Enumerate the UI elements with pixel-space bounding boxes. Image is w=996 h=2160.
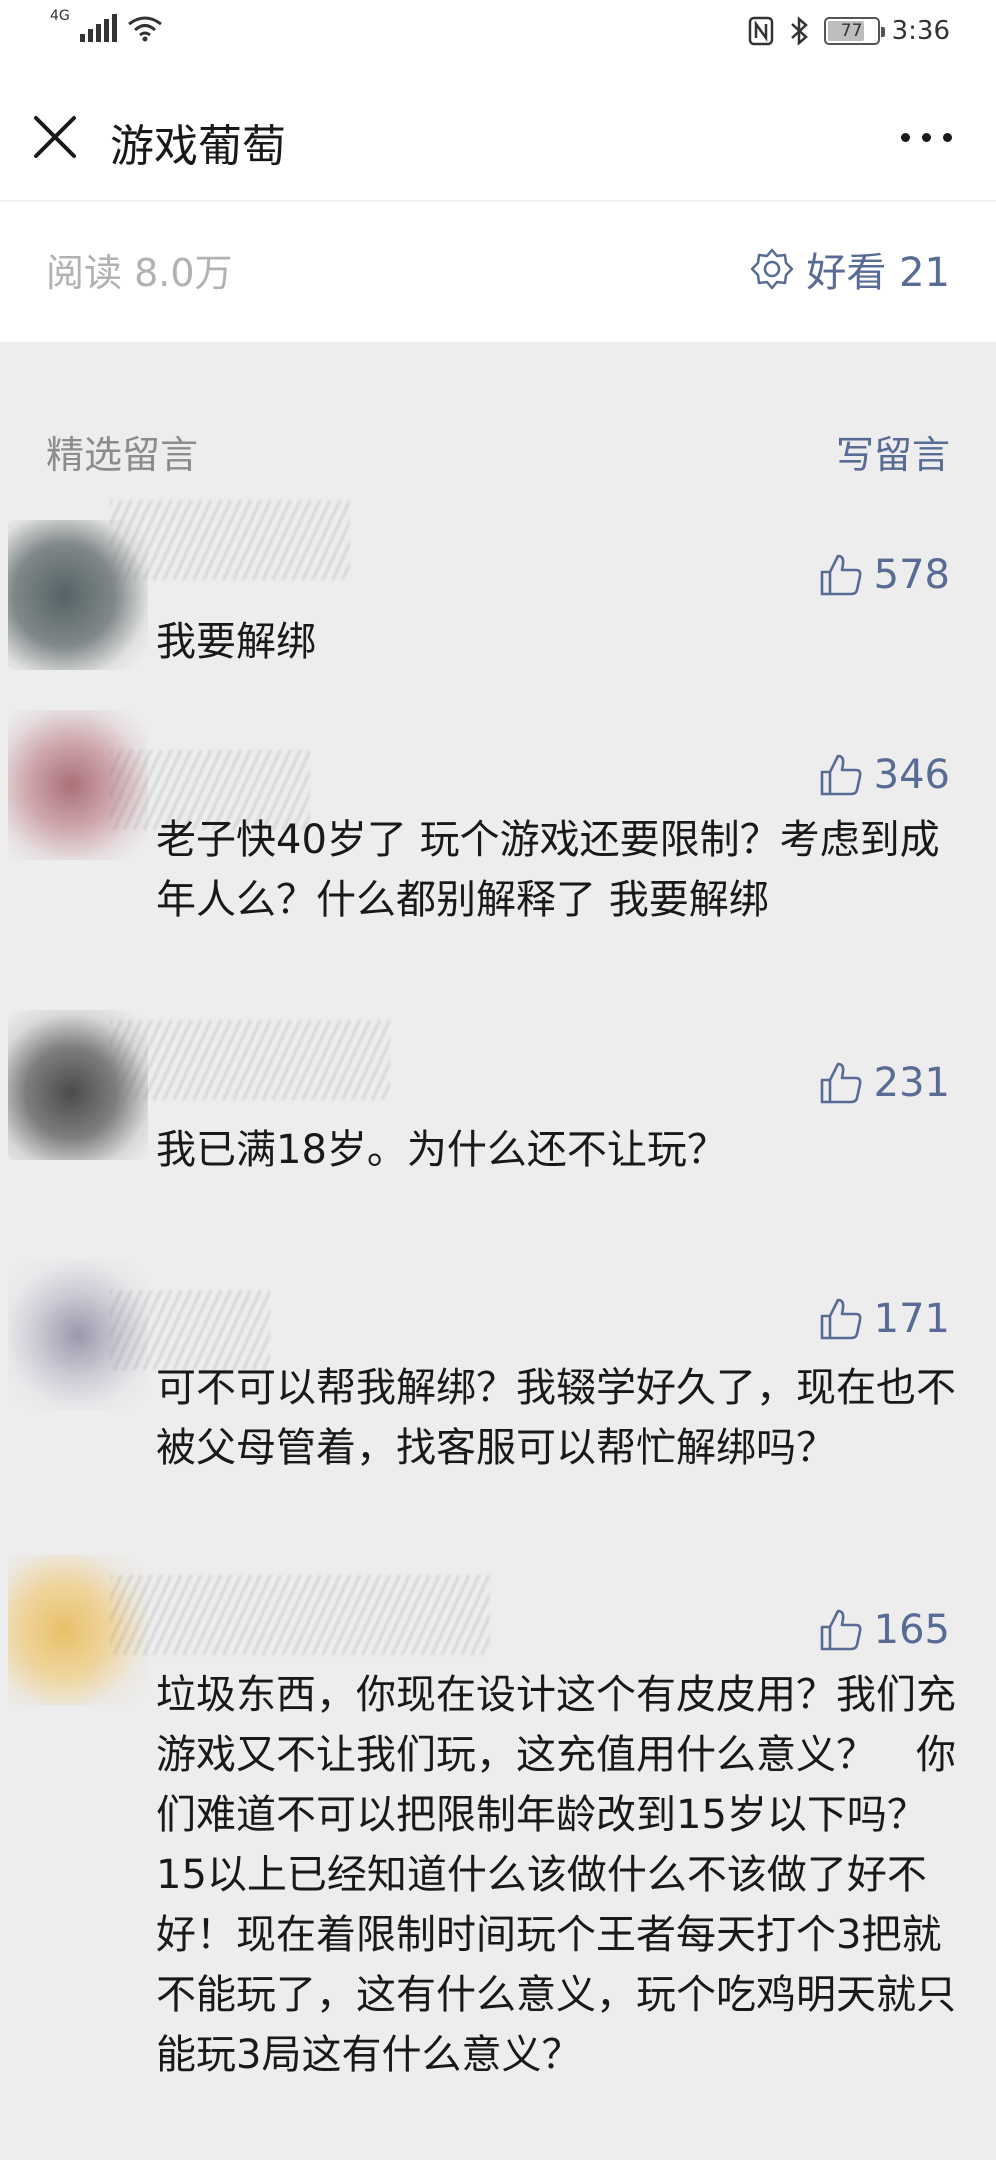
more-icon[interactable]: [896, 122, 956, 152]
network-type: 4G: [50, 8, 70, 24]
like-number: 165: [873, 1607, 950, 1653]
thumb-up-icon: [820, 754, 862, 796]
thumb-up-icon: [820, 1298, 862, 1340]
nav-bar: 游戏葡萄: [0, 70, 996, 200]
wifi-icon: [127, 16, 162, 42]
comment-text: 可不可以帮我解绑？我辍学好久了，现在也不被父母管着，找客服可以帮忙解绑吗？: [156, 1365, 956, 1471]
comment-like-button[interactable]: 578: [818, 552, 950, 598]
comment-like-button[interactable]: 231: [818, 1060, 950, 1106]
comment-text: 垃圾东西，你现在设计这个有皮皮用？我们充游戏又不让我们玩，这充值用什么意义？ 你…: [156, 1672, 956, 2078]
read-count: 阅读 8.0万: [46, 251, 233, 295]
like-number: 231: [873, 1060, 950, 1106]
write-comment-link[interactable]: 写留言: [836, 424, 950, 479]
redacted-username: [110, 1575, 490, 1655]
like-number: 578: [873, 552, 950, 598]
comment-like-button[interactable]: 171: [818, 1296, 950, 1342]
redacted-username: [110, 1020, 390, 1100]
wow-label: 好看 21: [806, 250, 950, 296]
thumb-up-icon: [820, 1062, 862, 1104]
wow-button[interactable]: 好看 21: [750, 240, 950, 298]
redacted-username: [110, 500, 350, 580]
comments-header: 精选留言: [46, 433, 199, 477]
comment-like-button[interactable]: 346: [818, 752, 950, 798]
signal-icon: [79, 14, 117, 42]
status-bar: 4G 77 3:36: [0, 0, 996, 70]
comment-text: 我要解绑: [156, 619, 316, 665]
thumb-up-icon: [820, 554, 862, 596]
like-number: 346: [873, 752, 950, 798]
bluetooth-icon: [790, 16, 808, 46]
battery-icon: 77: [823, 17, 885, 45]
nfc-icon: [748, 16, 773, 46]
status-left: 4G: [50, 8, 163, 42]
clock: 3:36: [891, 16, 950, 46]
comment-like-button[interactable]: 165: [818, 1607, 950, 1653]
thumb-up-icon: [820, 1609, 862, 1651]
status-right: 77 3:36: [748, 16, 950, 46]
wow-icon: [751, 248, 794, 290]
close-icon[interactable]: [30, 112, 80, 162]
comment-text: 我已满18岁。为什么还不让玩？: [156, 1127, 727, 1173]
battery-level: 77: [840, 21, 863, 41]
article-stats: 阅读 8.0万 好看 21: [0, 200, 996, 342]
like-number: 171: [873, 1296, 950, 1342]
page-title: 游戏葡萄: [110, 121, 286, 172]
comment-text: 老子快40岁了 玩个游戏还要限制？考虑到成年人么？什么都别解释了 我要解绑: [156, 817, 940, 923]
